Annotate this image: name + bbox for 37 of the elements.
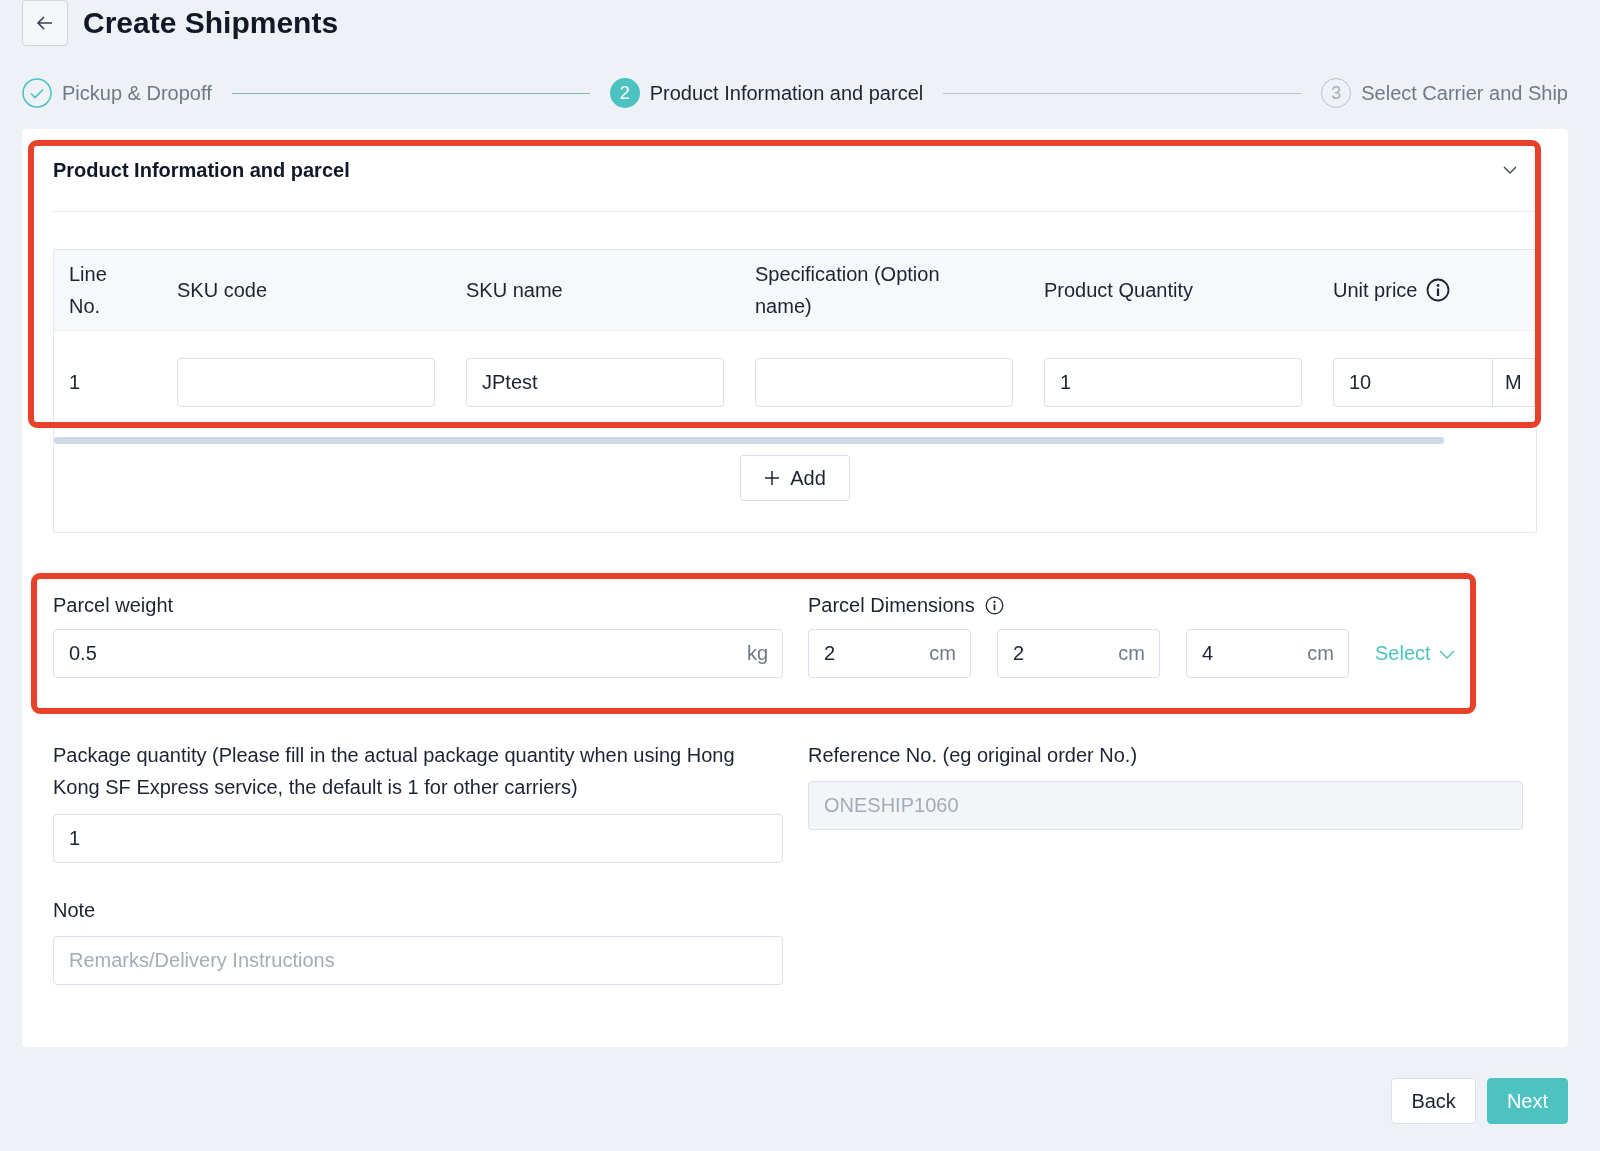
back-button[interactable] [22, 0, 68, 46]
info-icon[interactable] [1426, 278, 1451, 302]
field-label: Package quantity (Please fill in the actual package quantity when using Hong Kong SF Express service, the default is 1 for other carriers) [53, 743, 736, 800]
step-number: 2 [609, 78, 640, 108]
add-button[interactable]: Add [740, 455, 850, 501]
step-label: Select Carrier and Ship [1361, 81, 1568, 105]
page-title: Create Shipments [83, 6, 339, 40]
column-header: SKU name [451, 250, 740, 331]
input-field[interactable] [755, 357, 1013, 407]
input-field[interactable]: 1 [53, 814, 783, 863]
input-field[interactable]: JPtest [466, 357, 724, 407]
input-field[interactable] [177, 357, 435, 407]
step-label: Product Information and parcel [649, 81, 924, 105]
line-number: 1 [54, 330, 162, 433]
column-header: Line No. [54, 250, 162, 331]
column-header: Unit price [1333, 278, 1418, 303]
unit-label: cm [929, 642, 956, 665]
input-field[interactable]: Remarks/Delivery Instructions [53, 936, 783, 985]
step-label: Pickup & Dropoff [62, 81, 212, 105]
unit-label: kg [746, 642, 768, 665]
input-field[interactable]: 1 [1044, 357, 1302, 407]
scrollbar[interactable] [54, 437, 1444, 444]
info-icon[interactable] [984, 595, 1004, 615]
field-label: Reference No. (eg original order No.) [808, 743, 1139, 768]
column-header: Specification (Option name) [740, 250, 1029, 331]
column-header: SKU code [162, 250, 451, 331]
back-button[interactable]: Back [1391, 1078, 1476, 1124]
field-label: Parcel Dimensions [808, 593, 975, 618]
field-label: Note [53, 898, 97, 923]
currency-addon: M [1493, 357, 1535, 407]
unit-label: cm [1118, 642, 1145, 665]
column-header: Product Quantity [1029, 250, 1318, 331]
section-title: Product Information and parcel [53, 158, 350, 182]
plus-icon [764, 470, 781, 486]
field-label: Parcel weight [53, 593, 175, 618]
unit-label: cm [1307, 642, 1334, 665]
input-field[interactable]: 10 [1333, 357, 1493, 407]
